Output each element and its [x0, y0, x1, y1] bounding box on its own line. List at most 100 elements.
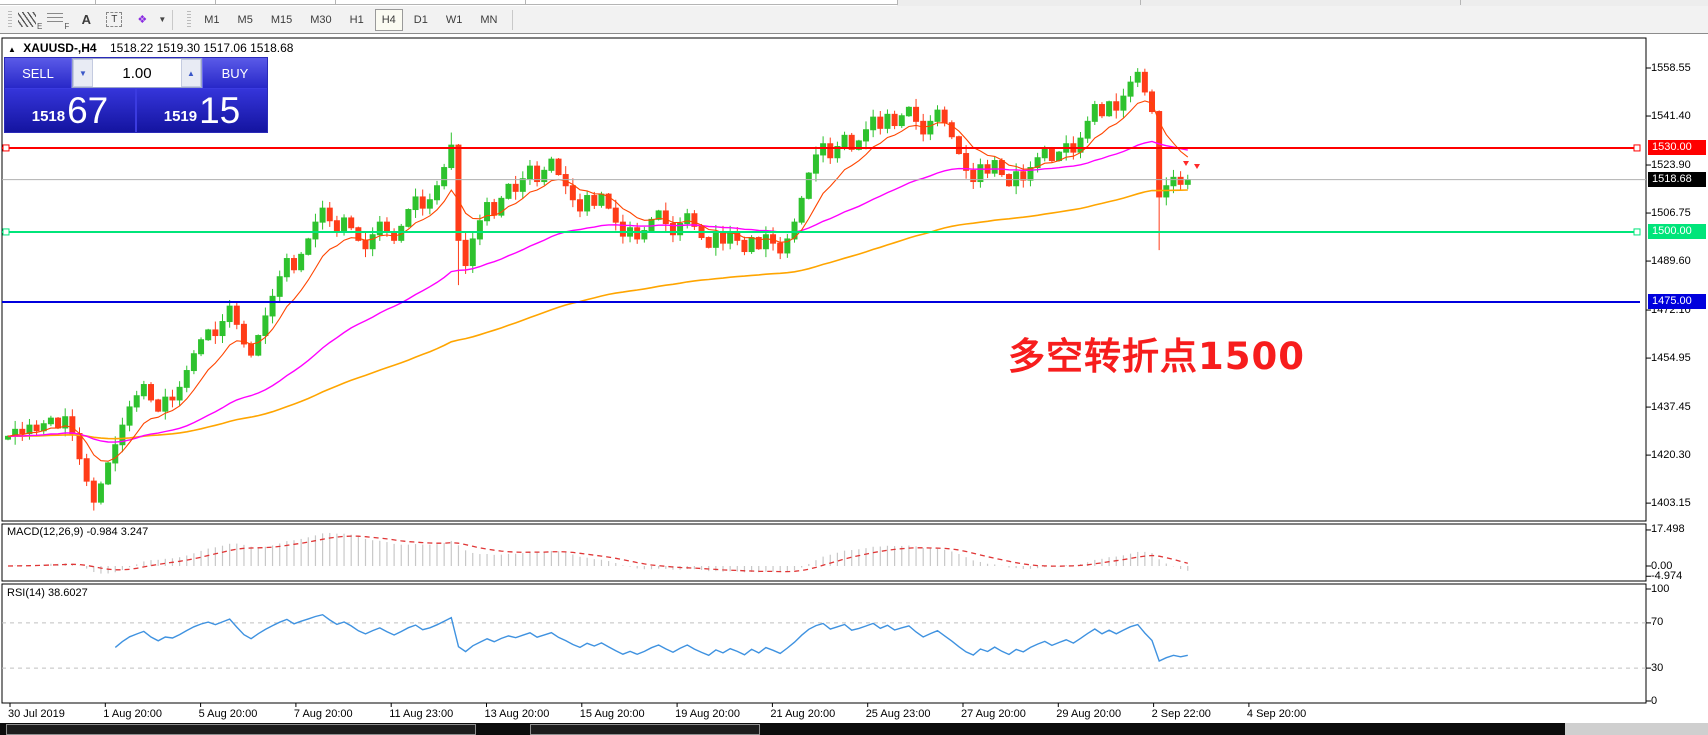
price-tick-label: 1420.30 [1651, 449, 1691, 462]
sell-button[interactable]: SELL [5, 58, 72, 88]
candle-body [477, 221, 482, 239]
bid-price-label: 1518.68 [1648, 172, 1706, 187]
candle-body [1049, 149, 1054, 160]
date-label: 15 Aug 20:00 [580, 708, 645, 720]
candle-body [635, 228, 640, 239]
candle-body [892, 114, 897, 125]
buy-price-display[interactable]: 1519 15 [137, 89, 267, 132]
rsi-tick-label: 30 [1651, 662, 1663, 675]
level-handle-left[interactable] [3, 229, 9, 235]
pivot-level-label: 1500.00 [1648, 224, 1706, 239]
price-tick-label: 1558.55 [1651, 62, 1691, 75]
ohlc-values: 1518.22 1519.30 1517.06 1518.68 [110, 41, 294, 55]
candle-body [878, 117, 883, 128]
candle-body [170, 397, 175, 400]
candle-body [613, 208, 618, 222]
candle-body [899, 116, 904, 126]
candle-body [1114, 102, 1119, 110]
candle-body [549, 159, 554, 170]
buy-price-whole: 1519 [164, 108, 197, 125]
candle-body [384, 222, 389, 232]
bottom-edge-segment [6, 724, 476, 735]
candle-body [1107, 102, 1112, 116]
candle-body [663, 211, 668, 224]
candle-body [721, 233, 726, 243]
candle-body [227, 306, 232, 321]
volume-spinner: ▼ ▲ [72, 58, 202, 88]
sell-price-display[interactable]: 1518 67 [5, 89, 135, 132]
candle-body [578, 200, 583, 211]
candle-body [106, 463, 111, 484]
candle-body [1014, 172, 1019, 186]
candle-body [370, 235, 375, 249]
volume-input[interactable] [93, 59, 181, 87]
date-label: 13 Aug 20:00 [485, 708, 550, 720]
candle-body [813, 155, 818, 173]
candle-body [349, 218, 354, 228]
candle-body [1092, 105, 1097, 122]
price-tick-label: 1541.40 [1651, 110, 1691, 123]
candle-body [620, 222, 625, 236]
candle-body [48, 418, 53, 424]
date-label: 27 Aug 20:00 [961, 708, 1026, 720]
candle-body [1042, 149, 1047, 157]
candle-body [263, 316, 268, 336]
candle-body [456, 145, 461, 240]
candle-body [342, 218, 347, 232]
candle-body [742, 240, 747, 251]
sell-price-whole: 1518 [32, 108, 65, 125]
candle-body [20, 429, 25, 433]
candle-body [585, 196, 590, 211]
candle-body [98, 484, 103, 502]
level-handle-left[interactable] [3, 145, 9, 151]
candle-body [885, 114, 890, 128]
candle-body [249, 344, 254, 355]
candle-body [749, 238, 754, 252]
candle-body [1178, 177, 1183, 184]
candle-body [184, 371, 189, 388]
candle-body [570, 186, 575, 200]
candle-body [1185, 180, 1190, 185]
level-handle-right[interactable] [1634, 229, 1640, 235]
candle-body [992, 161, 997, 174]
candle-body [778, 243, 783, 253]
candle-body [213, 330, 218, 336]
date-label: 4 Sep 20:00 [1247, 708, 1306, 720]
candle-body [141, 385, 146, 396]
candle-body [177, 387, 182, 400]
buy-button[interactable]: BUY [202, 58, 267, 88]
candle-body [942, 110, 947, 123]
level-handle-right[interactable] [1634, 145, 1640, 151]
buy-price-pips: 15 [199, 92, 240, 130]
volume-increase-button[interactable]: ▲ [181, 59, 201, 87]
candle-body [956, 137, 961, 154]
volume-decrease-button[interactable]: ▼ [73, 59, 93, 87]
candle-body [649, 219, 654, 230]
candle-body [220, 322, 225, 336]
rsi-tick-label: 100 [1651, 583, 1669, 596]
window-bottom-edge [0, 723, 1708, 735]
candle-body [420, 197, 425, 208]
candle-body [1135, 72, 1140, 82]
date-label: 19 Aug 20:00 [675, 708, 740, 720]
rsi-tick-label: 0 [1651, 695, 1657, 708]
candle-body [685, 214, 690, 224]
candle-body [84, 459, 89, 481]
candle-body [163, 397, 168, 411]
price-tick-label: 1489.60 [1651, 255, 1691, 268]
candle-body [70, 417, 75, 434]
candle-body [806, 173, 811, 198]
candle-body [1078, 138, 1083, 152]
candle-body [828, 144, 833, 158]
candle-body [1021, 172, 1026, 180]
candle-body [256, 336, 261, 356]
chart-annotation-text: 多空转折点1500 [1008, 326, 1305, 380]
symbol-collapse-icon[interactable]: ▲ [8, 45, 16, 54]
candle-body [1007, 175, 1012, 186]
chart-header: ▲ XAUUSD-,H4 1518.22 1519.30 1517.06 151… [8, 41, 293, 55]
macd-tick-label: 17.498 [1651, 523, 1685, 536]
candle-body [206, 330, 211, 340]
price-tick-label: 1403.15 [1651, 497, 1691, 510]
price-tick-label: 1437.45 [1651, 401, 1691, 414]
date-label: 29 Aug 20:00 [1056, 708, 1121, 720]
